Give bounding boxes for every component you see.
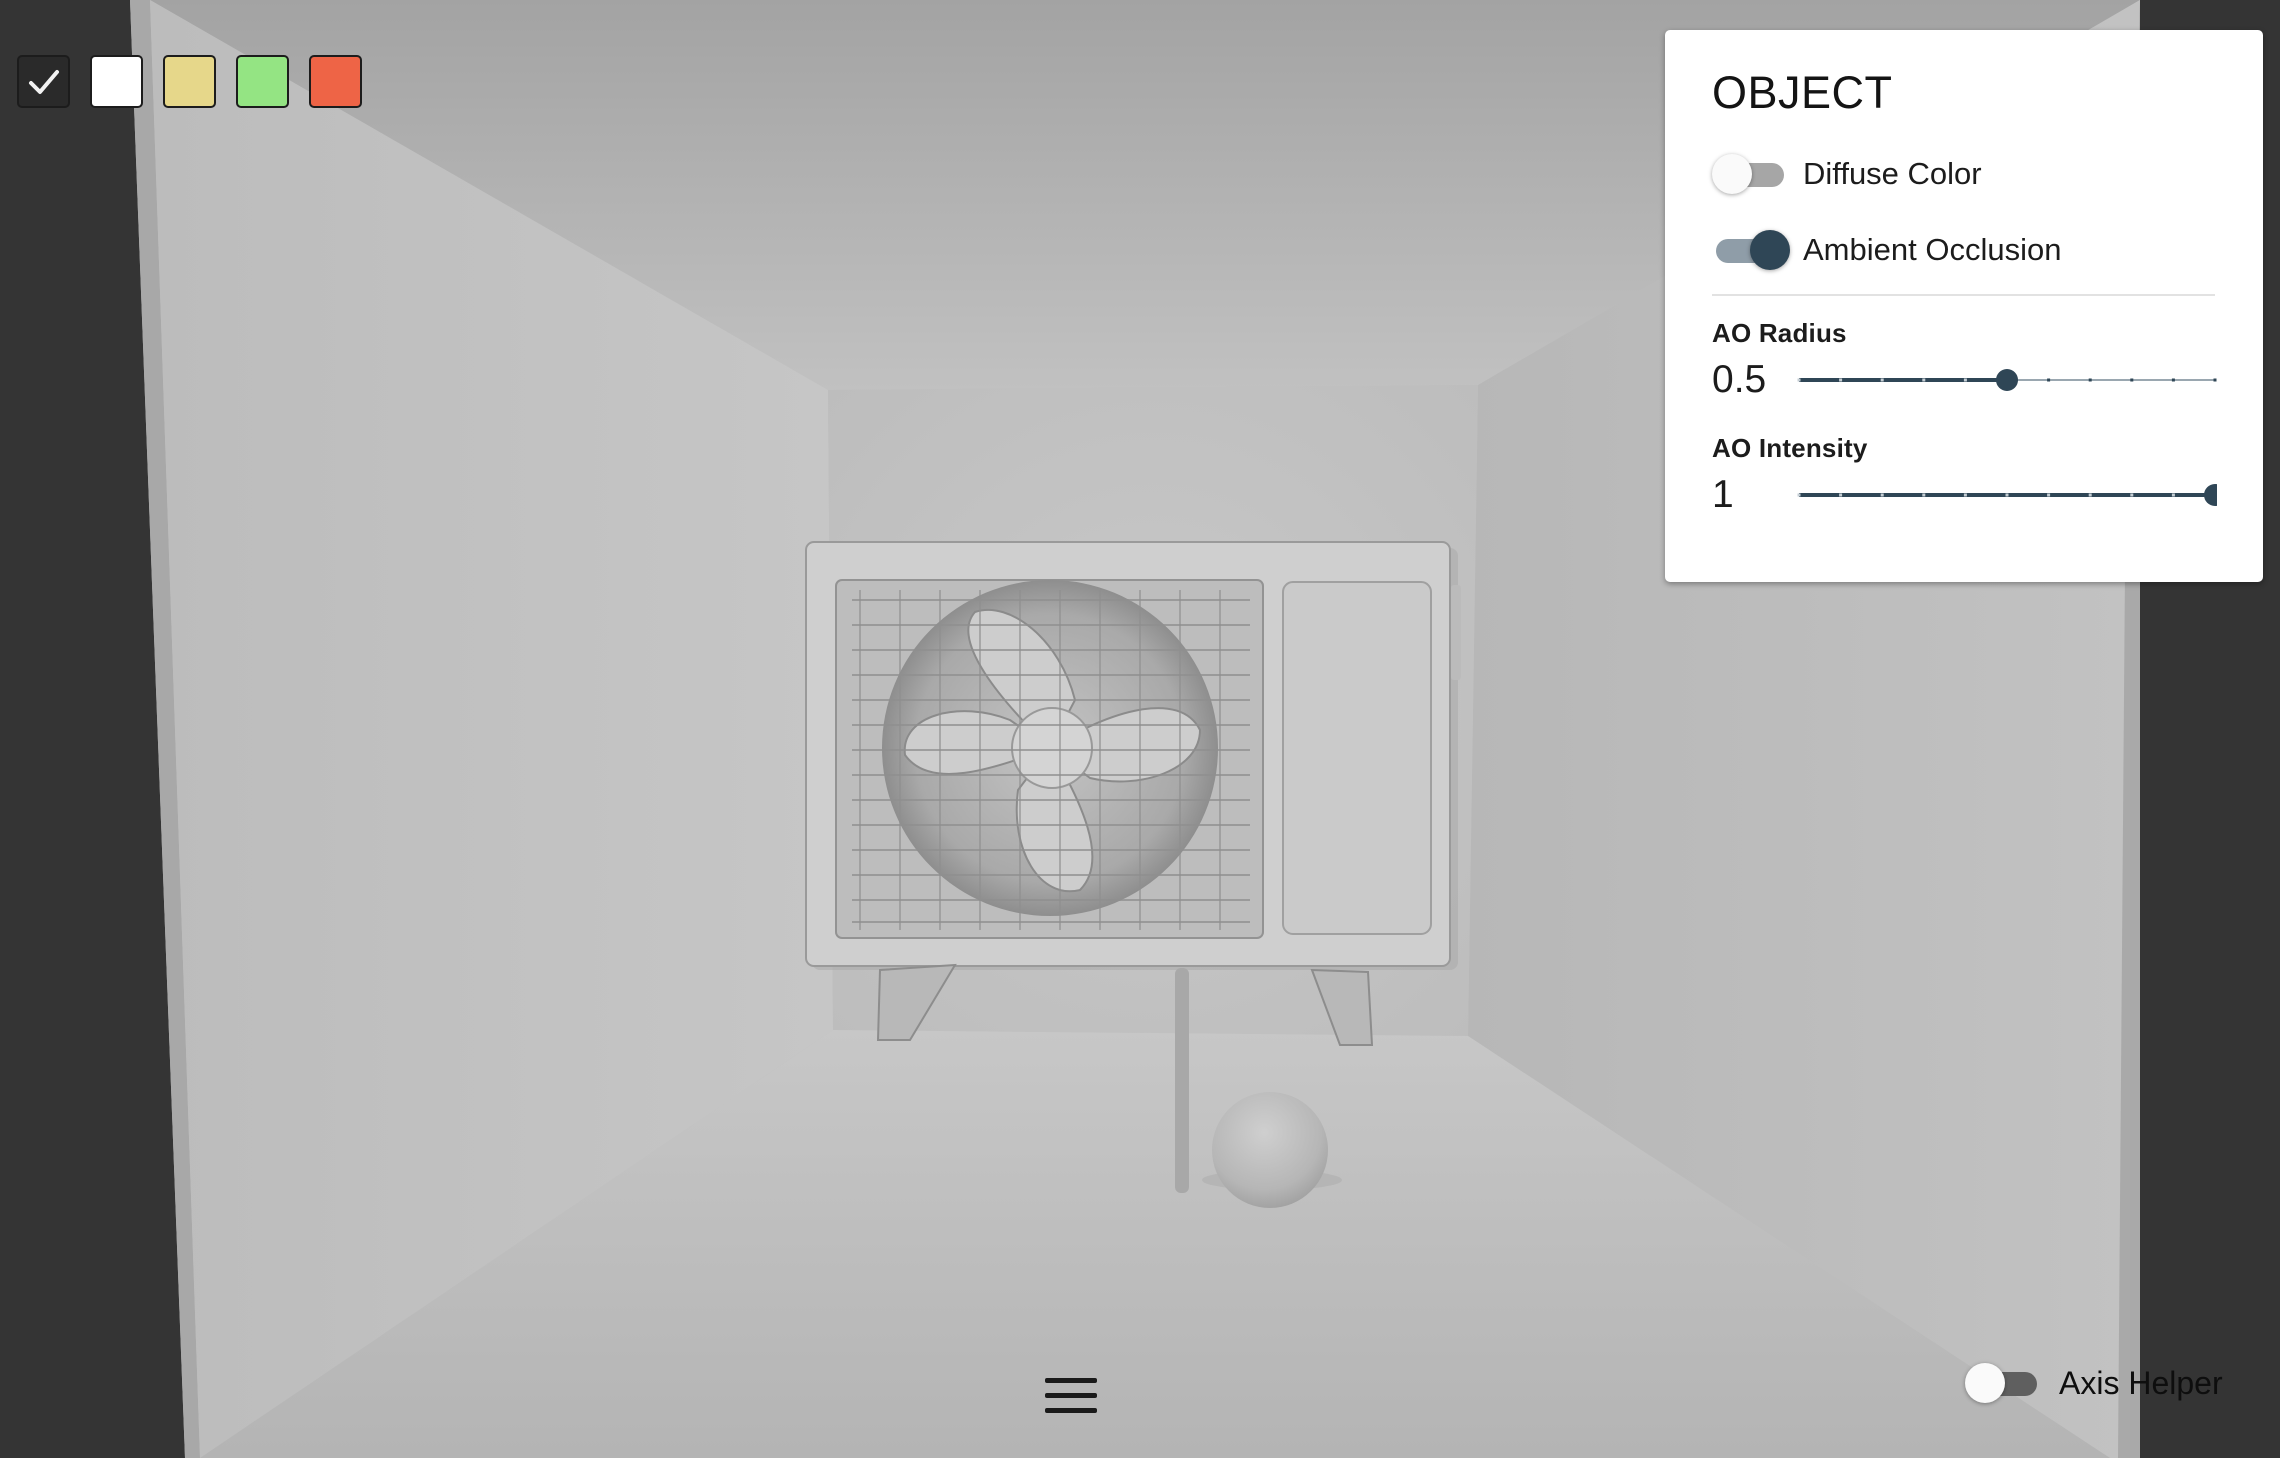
menu-button[interactable] bbox=[1043, 1375, 1099, 1417]
axis-helper-toggle[interactable] bbox=[1965, 1363, 2041, 1403]
swatch-none[interactable] bbox=[17, 55, 70, 108]
slider-step-mark bbox=[1881, 493, 1885, 497]
ao-intensity-slider[interactable] bbox=[1797, 475, 2218, 515]
slider-step-mark bbox=[2089, 493, 2093, 497]
ambient-occlusion-toggle[interactable] bbox=[1712, 230, 1790, 270]
ao-radius-control: AO Radius 0.5 bbox=[1712, 318, 2217, 411]
slider-step-mark bbox=[2172, 378, 2176, 382]
swatch-green[interactable] bbox=[236, 55, 289, 108]
slider-step-mark bbox=[1881, 378, 1885, 382]
axis-helper-control: Axis Helper bbox=[1965, 1363, 2223, 1403]
toggle-row-ambient-occlusion: Ambient Occlusion bbox=[1712, 212, 2215, 288]
slider-thumb bbox=[2204, 484, 2218, 506]
color-swatch-bar bbox=[17, 55, 362, 108]
toggle-thumb bbox=[1750, 230, 1790, 270]
panel-title: OBJECT bbox=[1712, 67, 1893, 118]
slider-step-mark bbox=[1797, 378, 1801, 382]
ao-intensity-label: AO Intensity bbox=[1712, 433, 1868, 463]
ao-intensity-value: 1 bbox=[1712, 473, 1734, 516]
toggle-row-diffuse-color: Diffuse Color bbox=[1712, 136, 2215, 212]
swatch-red[interactable] bbox=[309, 55, 362, 108]
slider-step-mark bbox=[2130, 378, 2134, 382]
object-settings-panel: OBJECT Diffuse Color Ambient Occlusion A… bbox=[1665, 30, 2263, 582]
slider-thumb bbox=[1996, 369, 2019, 391]
toggle-thumb bbox=[1712, 154, 1752, 194]
swatch-white[interactable] bbox=[90, 55, 143, 108]
slider-step-mark bbox=[1922, 378, 1926, 382]
diffuse-color-toggle[interactable] bbox=[1712, 154, 1788, 194]
slider-step-mark bbox=[2213, 378, 2217, 382]
slider-step-mark bbox=[2172, 493, 2176, 497]
diffuse-color-label: Diffuse Color bbox=[1803, 156, 1982, 191]
slider-step-mark bbox=[1922, 493, 1926, 497]
ao-intensity-control: AO Intensity 1 bbox=[1712, 433, 2218, 526]
slider-step-mark bbox=[2005, 493, 2009, 497]
slider-step-mark bbox=[1839, 493, 1843, 497]
slider-step-mark bbox=[2089, 378, 2093, 382]
ambient-occlusion-label: Ambient Occlusion bbox=[1803, 232, 2062, 267]
slider-step-mark bbox=[1797, 493, 1801, 497]
slider-step-mark bbox=[1964, 493, 1968, 497]
axis-helper-label: Axis Helper bbox=[2059, 1364, 2223, 1401]
slider-step-mark bbox=[2047, 493, 2051, 497]
ao-radius-slider[interactable] bbox=[1797, 360, 2217, 400]
slider-step-mark bbox=[2130, 493, 2134, 497]
swatch-yellow[interactable] bbox=[163, 55, 216, 108]
hamburger-menu-icon bbox=[1045, 1378, 1097, 1413]
check-icon bbox=[28, 69, 59, 94]
ao-radius-label: AO Radius bbox=[1712, 318, 1847, 348]
ao-radius-value: 0.5 bbox=[1712, 358, 1767, 401]
slider-step-mark bbox=[1964, 378, 1968, 382]
slider-step-mark bbox=[1839, 378, 1843, 382]
panel-divider bbox=[1712, 294, 2215, 296]
slider-step-mark bbox=[2047, 378, 2051, 382]
toggle-thumb bbox=[1965, 1363, 2005, 1403]
